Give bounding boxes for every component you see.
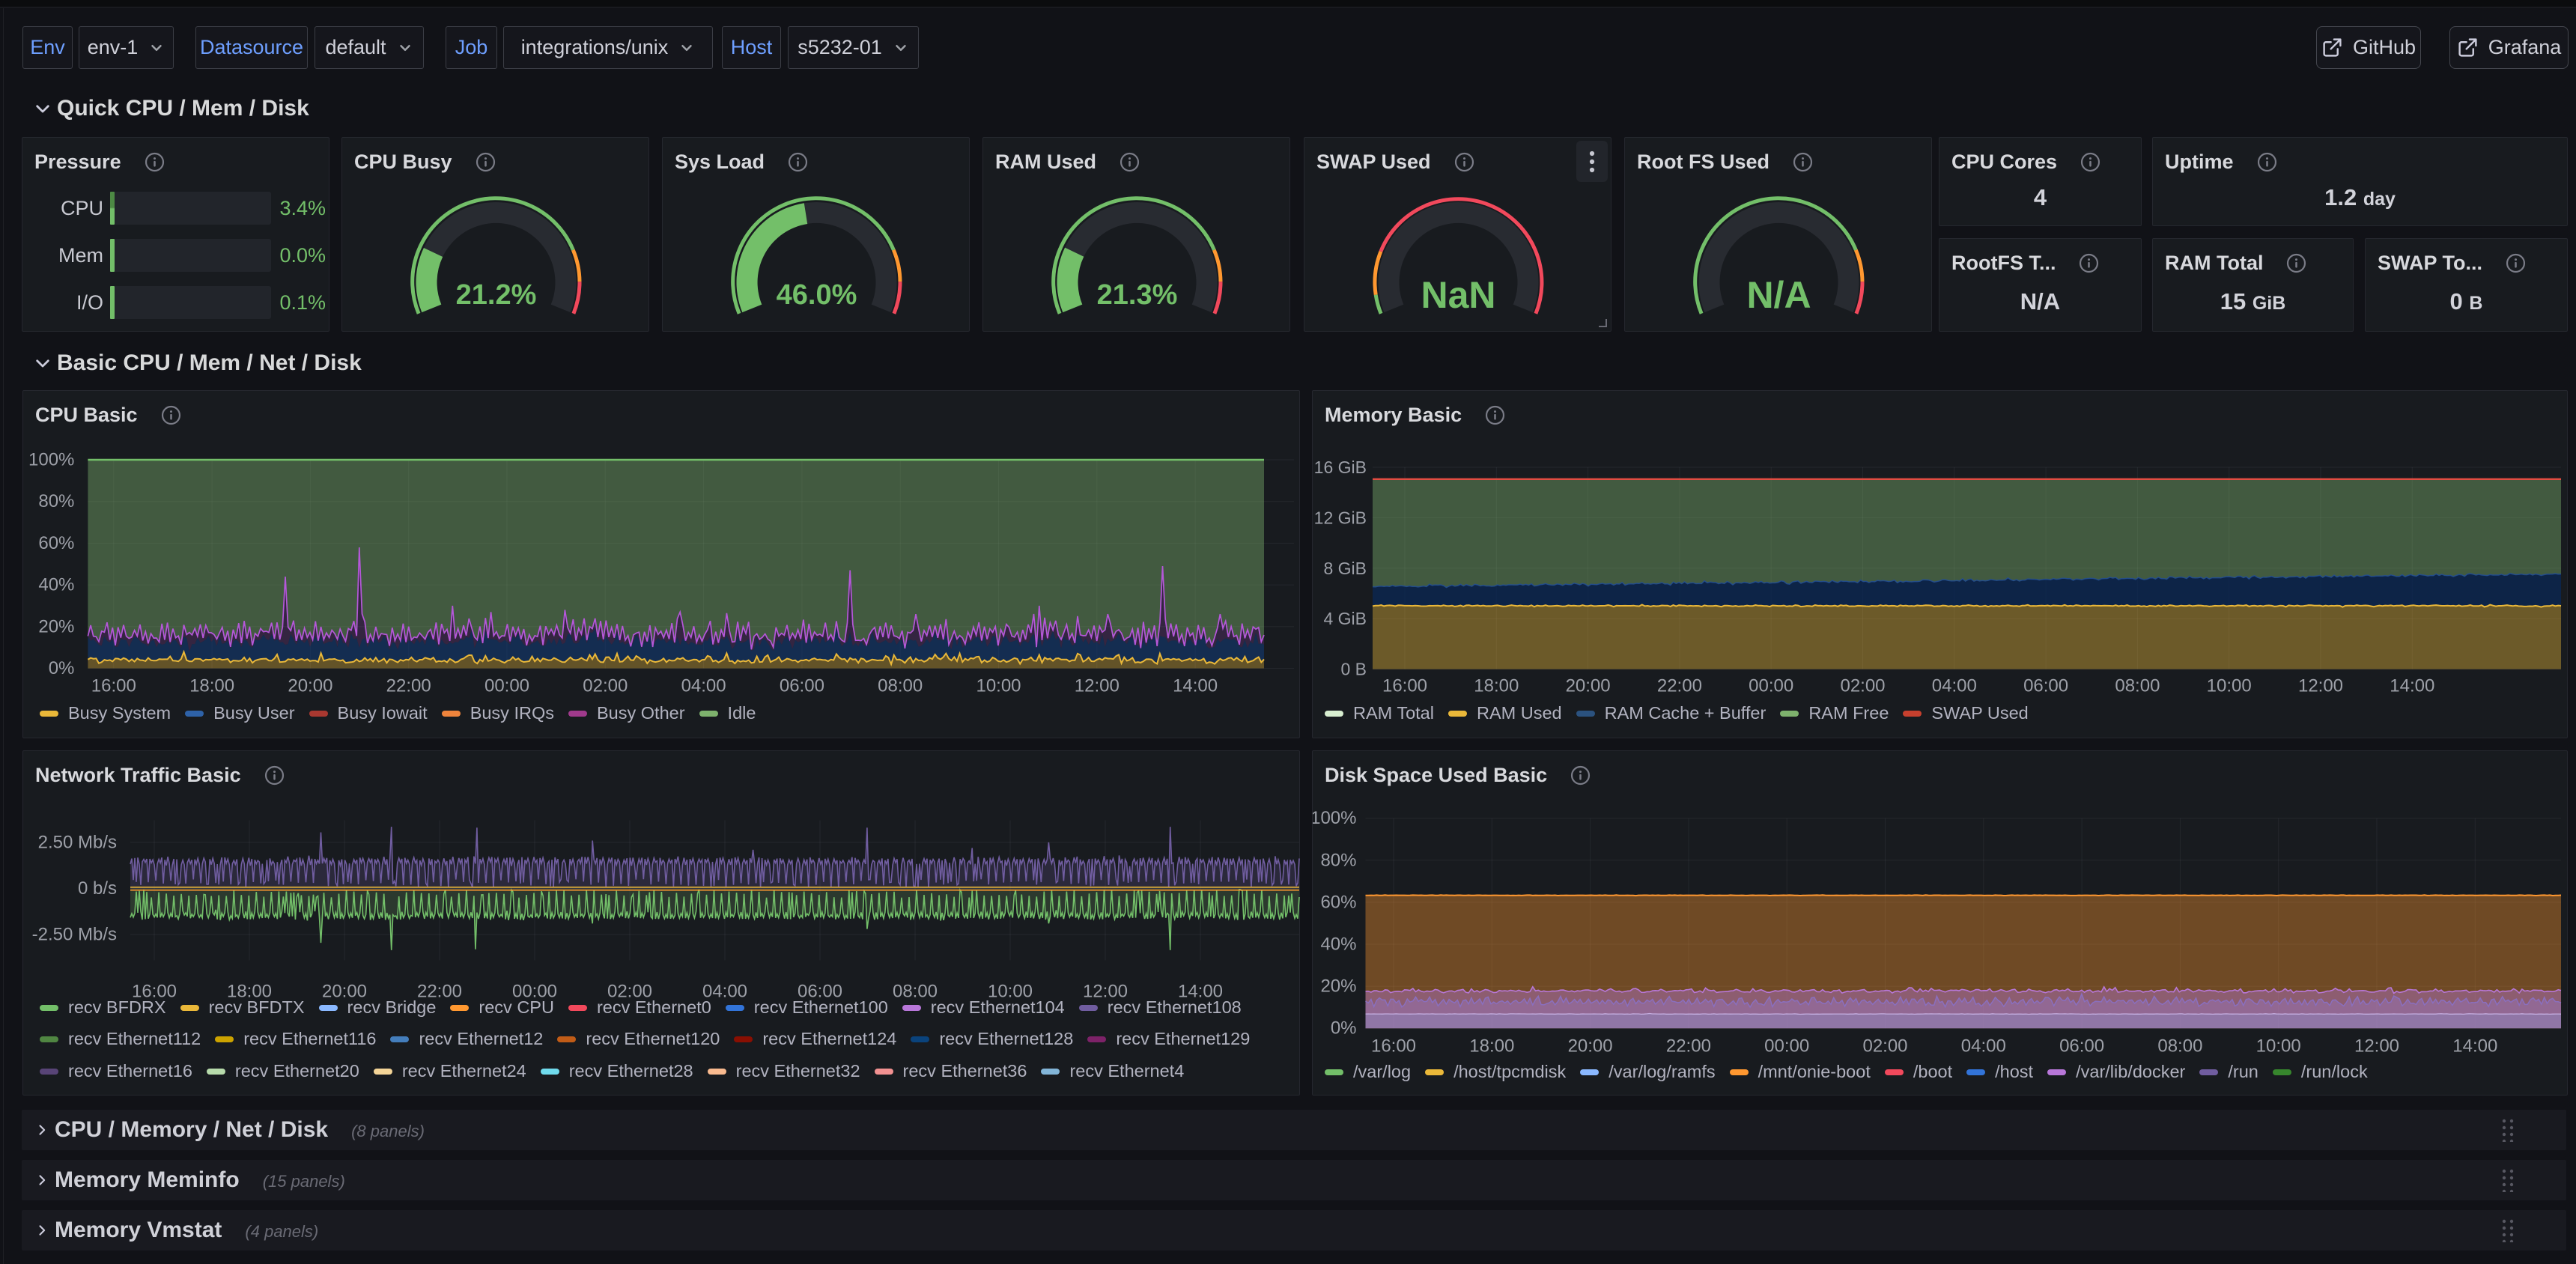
svg-text:40%: 40% [38,575,74,595]
svg-text:NaN: NaN [1421,274,1495,316]
svg-text:16:00: 16:00 [1382,676,1427,696]
svg-text:60%: 60% [38,533,74,553]
svg-text:8 GiB: 8 GiB [1323,559,1367,578]
svg-text:16:00: 16:00 [1371,1036,1416,1057]
svg-text:N/A: N/A [1746,274,1811,316]
svg-text:12:00: 12:00 [2298,676,2343,696]
svg-text:04:00: 04:00 [1961,1036,2006,1057]
svg-text:08:00: 08:00 [2157,1036,2202,1057]
svg-text:20:00: 20:00 [1566,676,1611,696]
svg-text:10:00: 10:00 [2207,676,2252,696]
svg-text:21.2%: 21.2% [456,279,537,311]
svg-text:2.50 Mb/s: 2.50 Mb/s [38,833,117,853]
svg-text:12:00: 12:00 [1075,676,1120,696]
svg-text:06:00: 06:00 [2059,1036,2104,1057]
svg-text:0 B: 0 B [1340,660,1367,679]
svg-text:22:00: 22:00 [1666,1036,1711,1057]
svg-text:14:00: 14:00 [1173,676,1218,696]
svg-text:12 GiB: 12 GiB [1314,508,1367,527]
svg-text:-2.50 Mb/s: -2.50 Mb/s [32,925,117,945]
svg-text:00:00: 00:00 [1764,1036,1809,1057]
svg-text:4 GiB: 4 GiB [1323,609,1367,628]
svg-text:80%: 80% [1320,850,1356,870]
svg-text:02:00: 02:00 [1862,1036,1907,1057]
svg-text:06:00: 06:00 [780,676,824,696]
svg-text:0%: 0% [49,658,75,678]
svg-text:00:00: 00:00 [1749,676,1793,696]
svg-text:100%: 100% [1313,808,1357,828]
svg-text:0%: 0% [1331,1018,1357,1039]
svg-text:20:00: 20:00 [288,676,332,696]
svg-text:18:00: 18:00 [189,676,234,696]
svg-text:14:00: 14:00 [2452,1036,2497,1057]
svg-text:40%: 40% [1320,935,1356,955]
svg-text:20:00: 20:00 [1568,1036,1613,1057]
svg-text:16:00: 16:00 [91,676,136,696]
svg-text:18:00: 18:00 [1474,676,1519,696]
svg-text:80%: 80% [38,491,74,511]
svg-text:08:00: 08:00 [2115,676,2160,696]
svg-text:22:00: 22:00 [1657,676,1702,696]
svg-text:60%: 60% [1320,892,1356,912]
svg-text:20%: 20% [1320,976,1356,997]
svg-text:100%: 100% [28,450,74,470]
svg-text:02:00: 02:00 [1840,676,1885,696]
svg-text:20%: 20% [38,616,74,636]
svg-text:12:00: 12:00 [2354,1036,2399,1057]
svg-text:10:00: 10:00 [976,676,1021,696]
svg-text:04:00: 04:00 [681,676,726,696]
svg-text:46.0%: 46.0% [777,279,857,311]
svg-text:22:00: 22:00 [386,676,431,696]
svg-text:08:00: 08:00 [878,676,923,696]
svg-text:18:00: 18:00 [1469,1036,1514,1057]
svg-text:0 b/s: 0 b/s [78,878,117,899]
svg-text:14:00: 14:00 [2390,676,2434,696]
svg-text:21.3%: 21.3% [1097,279,1178,311]
svg-text:16 GiB: 16 GiB [1314,458,1367,477]
svg-text:06:00: 06:00 [2023,676,2068,696]
svg-text:04:00: 04:00 [1932,676,1977,696]
svg-text:10:00: 10:00 [2256,1036,2301,1057]
svg-text:02:00: 02:00 [583,676,628,696]
svg-text:00:00: 00:00 [484,676,529,696]
